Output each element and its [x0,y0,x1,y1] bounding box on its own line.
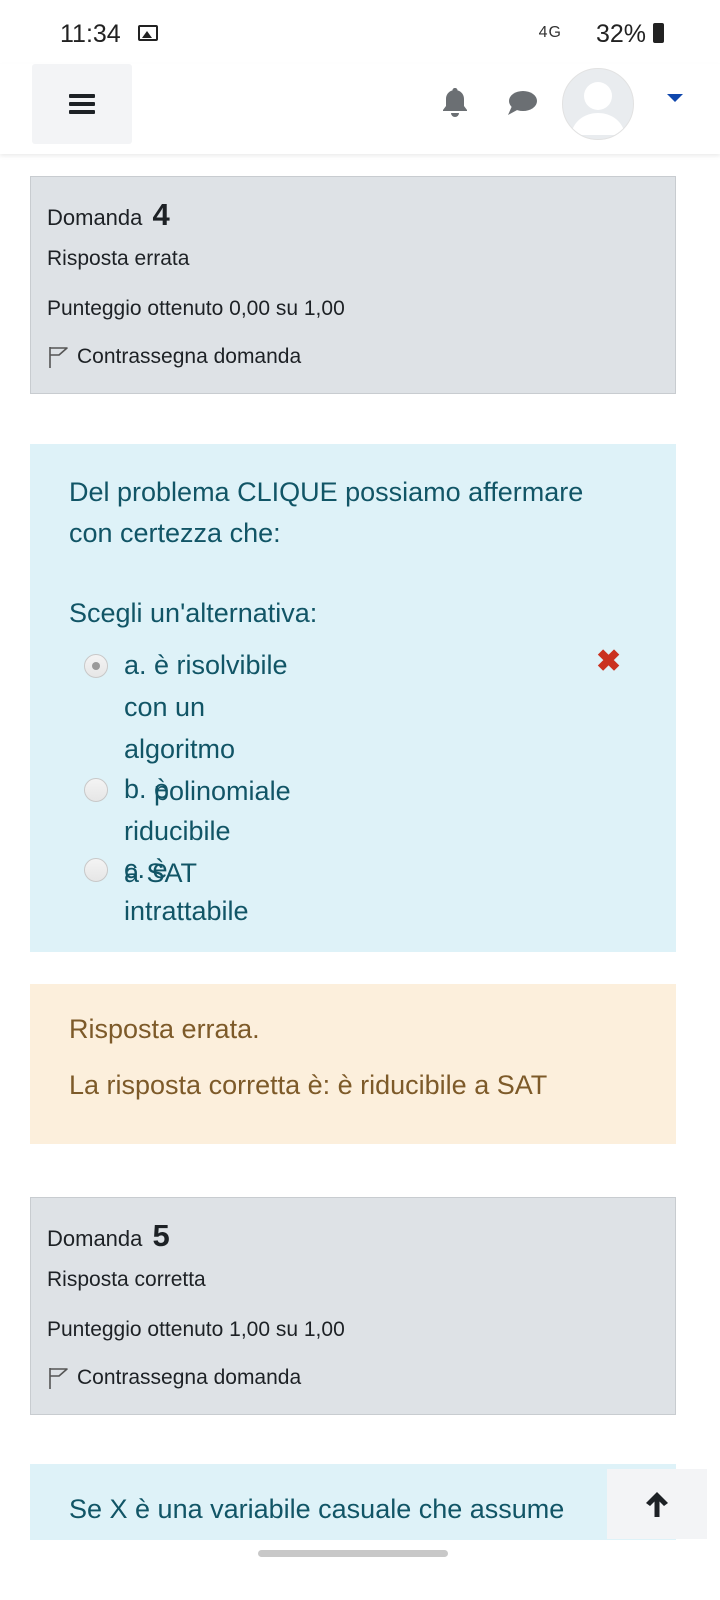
status-time: 11:34 [60,20,121,48]
chat-icon[interactable] [506,90,538,116]
image-icon [138,25,158,41]
question-grade: Punteggio ottenuto 1,00 su 1,00 [47,1318,345,1341]
radio-a[interactable] [84,654,108,678]
avatar-icon [571,82,625,135]
question-state: Risposta errata [47,247,190,270]
question-number-4: Domanda 4 [47,197,170,233]
radio-c[interactable] [84,858,108,882]
battery-percent: 32% [595,20,646,48]
flag-label: Contrassegna domanda [77,345,302,368]
battery-icon [653,23,664,43]
question-info-4: Domanda 4 Risposta errata Punteggio otte… [30,176,676,394]
menu-icon [69,94,95,114]
question-state: Risposta corretta [47,1268,206,1291]
answer-feedback: Risposta errata. La risposta corretta è:… [30,984,676,1144]
question-prompt-preview: Se X è una variabile casuale che assume [69,1494,565,1524]
question-label: Domanda [47,1226,143,1251]
status-bar: 11:34 4G 32% [0,0,720,64]
flag-question-link[interactable]: Contrassegna domanda [47,345,301,369]
flag-icon [49,1368,68,1389]
bell-icon[interactable] [440,86,470,118]
question-number: 5 [152,1218,170,1253]
option-c-label: c. è intrattabile [124,854,249,926]
wrong-mark-icon: ✖ [596,645,622,678]
question-number-5: Domanda 5 [47,1218,170,1254]
choose-label: Scegli un'alternativa: [69,598,318,628]
top-navbar [0,64,720,154]
question-prompt: Del problema CLIQUE possiamo affermare c… [69,477,584,548]
network-label: 4G [538,24,562,41]
radio-b[interactable] [84,778,108,802]
question-info-5: Domanda 5 Risposta corretta Punteggio ot… [30,1197,676,1415]
gesture-nav-handle[interactable] [258,1550,448,1557]
dropdown-caret-icon[interactable] [667,94,683,102]
flag-label: Contrassegna domanda [77,1366,302,1389]
flag-question-link[interactable]: Contrassegna domanda [47,1366,301,1390]
feedback-result: Risposta errata. [69,1014,260,1044]
question-text-box: Del problema CLIQUE possiamo affermare c… [30,444,676,952]
arrow-up-icon [646,1492,668,1517]
question-grade: Punteggio ottenuto 0,00 su 1,00 [47,297,345,320]
option-a-line1: a. è risolvibile con un algoritmo [124,650,288,764]
menu-button[interactable] [32,64,132,144]
feedback-correct-answer: La risposta corretta è: è riducibile a S… [69,1070,548,1100]
question-number: 4 [152,197,170,232]
avatar[interactable] [562,68,634,140]
question-text-box-5: Se X è una variabile casuale che assume [30,1464,676,1540]
question-label: Domanda [47,205,143,230]
back-to-top-button[interactable] [607,1469,707,1539]
flag-icon [49,347,68,368]
